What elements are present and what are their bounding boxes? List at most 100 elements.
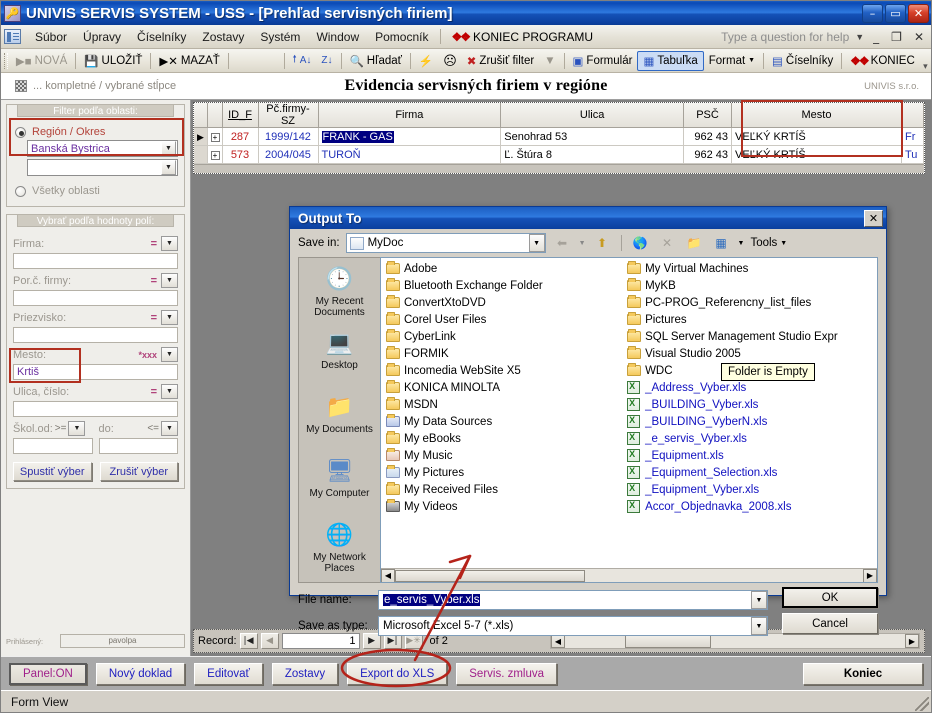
field-porcfirmy-input[interactable] (13, 290, 178, 306)
column-header-psc[interactable]: PSČ (683, 103, 732, 128)
list-item[interactable]: My Data Sources (385, 413, 626, 430)
list-item[interactable]: CyberLink (385, 328, 626, 345)
list-item[interactable]: My Received Files (385, 481, 626, 498)
list-item[interactable]: _Address_Vyber.xls (626, 379, 867, 396)
file-list-scrollbar[interactable]: ◀ ▶ (381, 568, 877, 582)
column-header-firma[interactable]: Firma (318, 103, 502, 128)
row-selector[interactable] (194, 145, 208, 164)
expand-icon[interactable]: + (210, 132, 220, 142)
search-web-icon[interactable]: 🌎 (630, 233, 651, 253)
novy-doklad-button[interactable]: Nový doklad (95, 662, 186, 685)
toolbar-tabulka-button[interactable]: ▦ Tabuľka (637, 50, 704, 71)
list-item[interactable]: MyKB (626, 277, 867, 294)
zrusit-vyber-button[interactable]: Zrušiť výber (99, 462, 178, 481)
cell-pcfirmy[interactable]: 1999/142 (258, 127, 319, 146)
save-in-combo[interactable]: MyDoc ▼ (345, 233, 546, 253)
radio-region-row[interactable]: Región / Okres (15, 126, 178, 138)
doc-minimize-button[interactable]: _ (870, 30, 882, 44)
radio-region-okres[interactable] (15, 126, 26, 138)
menu-window[interactable]: Window (308, 27, 367, 47)
menu-pomocnik[interactable]: Pomocník (367, 27, 436, 47)
koniec-button[interactable]: Koniec (803, 662, 923, 685)
do-input[interactable] (98, 438, 178, 454)
file-name-input[interactable]: e_servis_Vyber.xls (379, 594, 751, 606)
field-firma-input[interactable] (13, 253, 178, 269)
chevron-down-icon[interactable]: ▼ (161, 160, 176, 175)
list-item[interactable]: _Equipment_Selection.xls (626, 464, 867, 481)
radio-vsetky-oblasti[interactable] (15, 185, 26, 197)
list-item[interactable]: FORMIK (385, 345, 626, 362)
save-as-type-combo[interactable]: Microsoft Excel 5-7 (*.xls) ▼ (378, 616, 768, 636)
row-selector[interactable]: ▶ (194, 127, 208, 146)
cell-firma[interactable]: TUROŇ (318, 145, 502, 164)
cancel-button[interactable]: Cancel (782, 613, 878, 634)
toolbar-funnel-button[interactable]: ▼ (539, 53, 560, 69)
column-header-mesto[interactable]: Mesto (731, 103, 902, 128)
list-item[interactable]: Bluetooth Exchange Folder (385, 277, 626, 294)
chevron-down-icon[interactable]: ▼ (751, 591, 767, 609)
toolbar-sort-desc-button[interactable]: Z↓ (316, 53, 337, 68)
cell-ulica[interactable]: Ľ. Štúra 8 (500, 145, 684, 164)
scrollbar-thumb[interactable] (395, 569, 585, 582)
radio-all-areas-row[interactable]: Všetky oblasti (15, 185, 178, 197)
toolbar-sort-asc-button[interactable]: 🠕 A↓ (287, 50, 316, 71)
toolbar-overflow-button[interactable]: ▾ (920, 50, 931, 72)
new-folder-icon[interactable]: 📁 (684, 233, 705, 253)
list-item[interactable]: Corel User Files (385, 311, 626, 328)
table-row[interactable]: + 573 2004/045 TUROŇ Ľ. Štúra 8 962 43 V… (194, 145, 924, 164)
delete-icon[interactable]: ✕ (657, 233, 678, 253)
column-header-ulica[interactable]: Ulica (500, 103, 684, 128)
previous-record-button[interactable]: ◀ (260, 633, 279, 649)
zostavy-button[interactable]: Zostavy (271, 662, 339, 685)
cell-psc[interactable]: 962 43 (683, 127, 732, 146)
do-operator-dropdown[interactable]: ▼ (161, 421, 178, 436)
file-name-combo[interactable]: e_servis_Vyber.xls ▼ (378, 590, 768, 610)
up-one-level-icon[interactable]: ⬆ (592, 233, 613, 253)
place-my-documents[interactable]: 📁 My Documents (301, 392, 379, 454)
scroll-right-button[interactable]: ▶ (863, 568, 877, 582)
cell-mesto[interactable]: VEĽKÝ KRTÍŠ (731, 145, 902, 164)
row-expand-cell[interactable]: + (207, 127, 223, 146)
menu-ciselniky[interactable]: Číselníky (129, 27, 194, 47)
list-item[interactable]: _BUILDING_VyberN.xls (626, 413, 867, 430)
list-item[interactable]: SQL Server Management Studio Expr (626, 328, 867, 345)
region-combo[interactable]: Banská Bystrica ▼ (27, 140, 178, 157)
list-item[interactable]: Pictures (626, 311, 867, 328)
toolbar-mazat-button[interactable]: ▶✕ MAZAŤ (154, 52, 224, 70)
doc-close-button[interactable]: ✕ (911, 30, 927, 44)
toolbar-zrusit-filter-button[interactable]: ✖ Zrušiť filter (462, 52, 539, 70)
skol-od-operator-dropdown[interactable]: ▼ (68, 421, 86, 436)
region-combo-secondary[interactable]: ▼ (27, 159, 178, 176)
toolbar-koniec-button[interactable]: ❖❖ KONIEC (845, 52, 920, 70)
field-priezvisko-operator-dropdown[interactable]: ▼ (161, 310, 178, 325)
place-desktop[interactable]: 💻 Desktop (301, 328, 379, 390)
editovat-button[interactable]: Editovať (194, 662, 263, 685)
list-item[interactable]: Adobe (385, 260, 626, 277)
list-item[interactable]: _BUILDING_Vyber.xls (626, 396, 867, 413)
skol-od-input[interactable] (13, 438, 93, 454)
place-my-recent-documents[interactable]: 🕒 My Recent Documents (301, 264, 379, 326)
list-item[interactable]: My Virtual Machines (626, 260, 867, 277)
panel-toggle-button[interactable]: Panel:ON (9, 662, 87, 685)
toolbar-format-menu[interactable]: Format ▼ (704, 53, 760, 69)
toolbar-formular-button[interactable]: ▣ Formulár (568, 52, 638, 70)
chevron-down-icon[interactable]: ▼ (751, 617, 767, 635)
export-do-xls-button[interactable]: Export do XLS (347, 662, 448, 685)
minimize-button[interactable]: – (862, 3, 883, 23)
menu-zostavy[interactable]: Zostavy (194, 27, 252, 47)
toolbar-ulozit-button[interactable]: 💾 ULOŽIŤ (79, 52, 147, 70)
cell-pcfirmy[interactable]: 2004/045 (258, 145, 319, 164)
column-header-pcfirmy[interactable]: Pč.firmy-SZ (258, 103, 319, 128)
place-my-computer[interactable]: 🖥 My Computer (301, 456, 379, 518)
field-ulica-operator-dropdown[interactable]: ▼ (161, 384, 178, 399)
chevron-down-icon[interactable]: ▼ (855, 32, 864, 42)
cell-mesto[interactable]: VEĽKÝ KRTÍŠ (731, 127, 902, 146)
field-mesto-input[interactable]: Krtiš (13, 364, 178, 380)
cell-extra[interactable]: Fr (901, 127, 924, 146)
list-item[interactable]: MSDN (385, 396, 626, 413)
resize-grip[interactable] (915, 697, 929, 711)
toolbar-filter-by-form-button[interactable]: ⚡ (414, 52, 438, 70)
spustit-vyber-button[interactable]: Spustiť výber (13, 462, 92, 481)
field-ulica-input[interactable] (13, 401, 178, 417)
table-row[interactable]: ▶ + 287 1999/142 FRANK - GAS Senohrad 53… (194, 127, 924, 146)
